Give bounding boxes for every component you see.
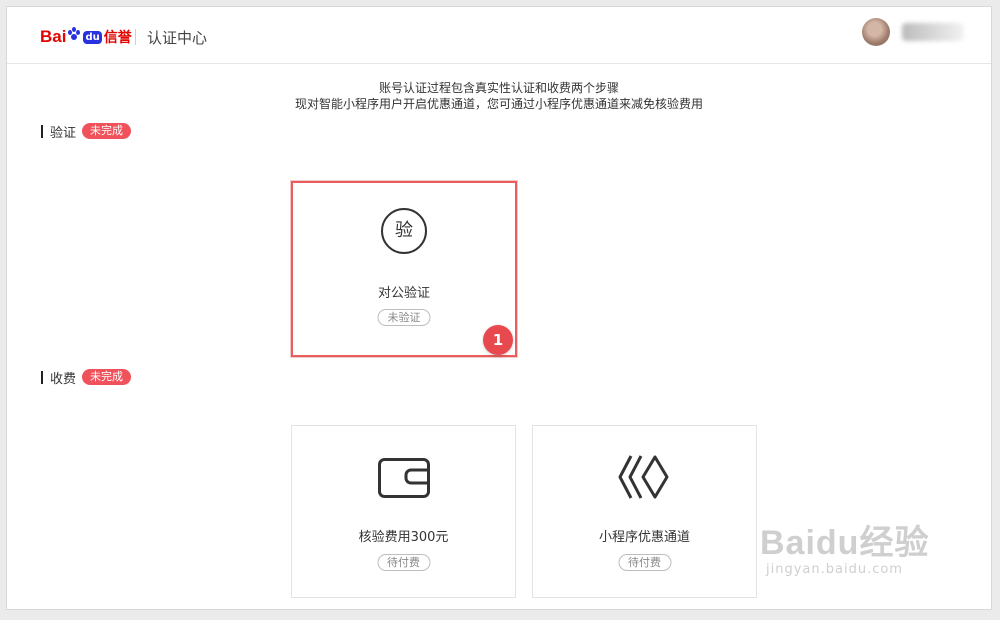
wallet-icon [378, 458, 430, 498]
section-verification-header: 验证 未完成 [41, 122, 132, 141]
status-pill: 待付费 [618, 554, 671, 571]
section-verification-label: 验证 [50, 125, 77, 141]
card-title: 对公验证 [377, 286, 430, 301]
status-badge-verification: 未完成 [82, 123, 132, 139]
section-fee-header: 收费 未完成 [41, 368, 132, 387]
status-badge-fee: 未完成 [82, 369, 132, 385]
header-divider [135, 29, 136, 45]
step-number-badge: 1 [483, 325, 513, 355]
baidu-xinyu-logo[interactable]: Bai du 信誉 [40, 25, 132, 49]
watermark-url-text: jingyan.baidu.com [766, 562, 903, 577]
logo-du-text: du [83, 30, 102, 44]
status-pill: 待付费 [377, 554, 430, 571]
logo-bai-text: Bai [40, 27, 67, 46]
status-pill: 未验证 [377, 309, 431, 326]
card-miniprogram-channel[interactable]: 小程序优惠通道 待付费 [532, 425, 757, 598]
card-verification-fee[interactable]: 核验费用300元 待付费 [291, 425, 516, 598]
baidu-jingyan-watermark: Baidu经验 jingyan.baidu.com [760, 515, 929, 577]
card-title: 核验费用300元 [358, 530, 449, 545]
notice-line-2: 现对智能小程序用户开启优惠通道，您可通过小程序优惠通道来减免核验费用 [294, 97, 703, 111]
section-bar [41, 370, 43, 384]
card-title: 小程序优惠通道 [598, 530, 690, 545]
page-title: 认证中心 [147, 29, 208, 47]
logo-xinyu-text: 信誉 [103, 30, 132, 46]
username-blurred[interactable] [902, 23, 964, 41]
top-header: Bai du 信誉 认证中心 [7, 7, 991, 64]
verify-icon: 验 [381, 208, 427, 254]
watermark-main-text: Baidu经验 [760, 524, 930, 562]
section-bar [41, 124, 43, 138]
paw-icon [67, 27, 81, 41]
section-fee-label: 收费 [50, 371, 77, 387]
card-corporate-verification[interactable]: 验 对公验证 未验证 1 [291, 181, 517, 357]
notice-line-1: 账号认证过程包含真实性认证和收费两个步骤 [378, 81, 619, 95]
avatar[interactable] [862, 18, 890, 46]
diamond-chevrons-icon [618, 455, 669, 499]
